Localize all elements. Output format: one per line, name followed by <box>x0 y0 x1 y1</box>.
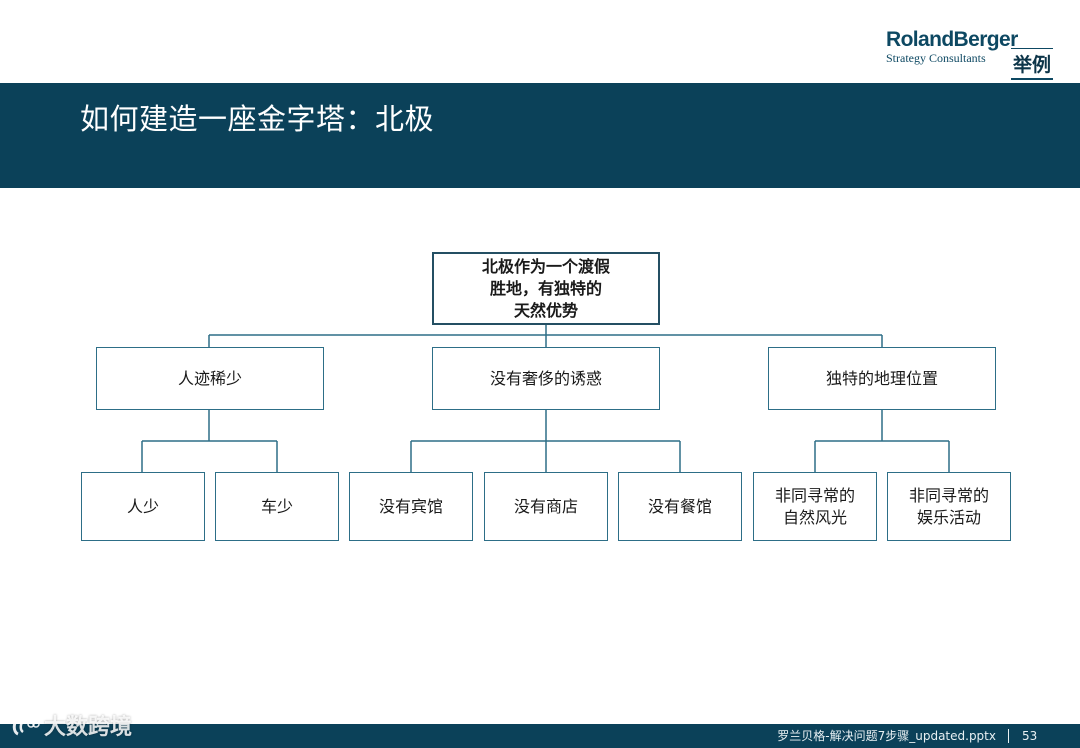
node-unusual-activities: 非同寻常的 娱乐活动 <box>887 472 1011 541</box>
watermark: 大数跨境 <box>12 714 132 742</box>
node-no-hotels: 没有宾馆 <box>349 472 473 541</box>
node-no-restaurants: 没有餐馆 <box>618 472 742 541</box>
node-few-people: 人少 <box>81 472 205 541</box>
watermark-text: 大数跨境 <box>44 715 133 740</box>
pyramid-diagram: 北极作为一个渡假 胜地，有独特的 天然优势 人迹稀少 没有奢侈的诱惑 独特的地理… <box>0 0 1080 748</box>
node-unusual-scenery: 非同寻常的 自然风光 <box>753 472 877 541</box>
node-unique-geography: 独特的地理位置 <box>768 347 996 410</box>
node-no-luxury: 没有奢侈的诱惑 <box>432 347 660 410</box>
node-sparse-population: 人迹稀少 <box>96 347 324 410</box>
node-no-shops: 没有商店 <box>484 472 608 541</box>
page-number: 53 <box>1022 729 1038 743</box>
footer-separator <box>1008 729 1009 743</box>
footer-filename: 罗兰贝格-解决问题7步骤_updated.pptx <box>777 729 996 743</box>
node-few-cars: 车少 <box>215 472 339 541</box>
watermark-logo-icon <box>12 717 40 737</box>
root-node: 北极作为一个渡假 胜地，有独特的 天然优势 <box>432 252 660 325</box>
